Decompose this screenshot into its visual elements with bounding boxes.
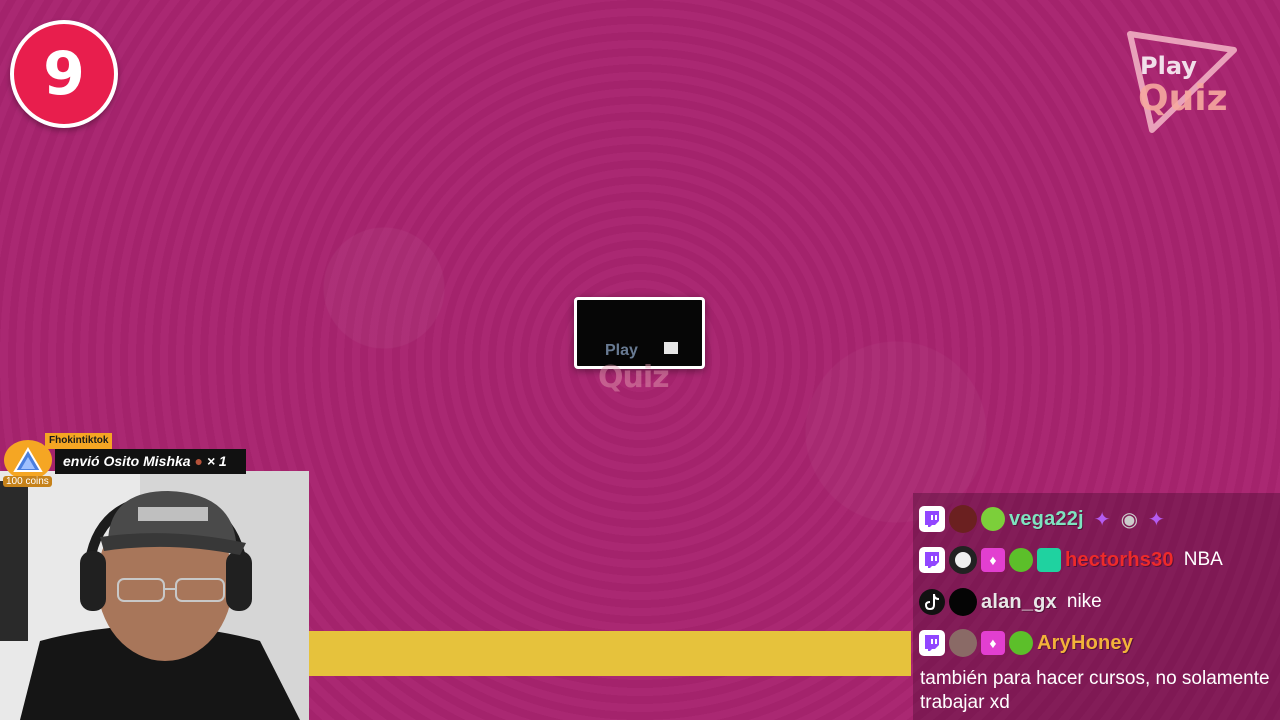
bear-gift-icon: ● xyxy=(194,453,203,469)
streamer-illustration xyxy=(0,471,309,720)
logo-play-text: Play xyxy=(1140,52,1197,80)
twitch-icon xyxy=(919,506,945,532)
user-avatar xyxy=(949,546,977,574)
chat-text: nike xyxy=(1066,591,1102,612)
purple-hands-emote-icon: ✦ xyxy=(1093,508,1111,531)
tiktok-icon xyxy=(919,589,945,615)
question-number: 9 xyxy=(43,39,85,109)
user-avatar xyxy=(949,629,977,657)
gem-badge-icon: ♦ xyxy=(981,548,1005,572)
user-avatar xyxy=(949,505,977,533)
raccoon-emote-icon: ◉ xyxy=(1120,508,1139,531)
twitch-icon xyxy=(919,630,945,656)
dino-badge-icon xyxy=(981,507,1005,531)
chat-text: también para hacer cursos, no solamente … xyxy=(920,668,1270,713)
chat-message: ♦ hectorhs30 NBA xyxy=(919,542,1223,578)
loading-card-quiz-text: Quiz xyxy=(598,360,670,395)
triangle-logo-icon xyxy=(13,447,43,472)
user-avatar xyxy=(949,588,977,616)
chat-username: vega22j xyxy=(1009,507,1084,530)
streamer-webcam xyxy=(0,471,309,720)
gem-badge-icon: ♦ xyxy=(981,631,1005,655)
chat-username: alan_gx xyxy=(981,590,1057,613)
question-counter: 9 xyxy=(10,20,118,128)
chat-text: NBA xyxy=(1183,549,1223,570)
gift-coins-label: 100 coins xyxy=(3,476,52,487)
playquiz-logo: Play Quiz xyxy=(1127,31,1237,133)
gift-message-bar: envió Osito Mishka ● × 1 xyxy=(55,449,246,474)
gift-message-text: envió Osito Mishka xyxy=(63,453,191,469)
purple-hands-emote-icon: ✦ xyxy=(1148,508,1165,531)
loading-card-square xyxy=(664,342,678,354)
pentagon-badge-icon xyxy=(1037,548,1061,572)
loading-card-play-text: Play xyxy=(605,342,638,359)
twitch-icon xyxy=(919,547,945,573)
gift-sender-name: Fhokintiktok xyxy=(45,433,113,449)
sprout-badge-icon xyxy=(1009,548,1033,572)
gift-count: × 1 xyxy=(206,453,227,469)
chat-message: vega22j ✦ ◉ ✦ xyxy=(919,501,1165,537)
logo-quiz-text: Quiz xyxy=(1138,78,1228,119)
chat-username: hectorhs30 xyxy=(1065,548,1174,571)
sprout-badge-icon xyxy=(1009,631,1033,655)
chat-username: AryHoney xyxy=(1037,631,1134,654)
chat-message: alan_gx nike xyxy=(919,584,1102,620)
loading-card: Play xyxy=(574,297,705,369)
timer-progress-fill xyxy=(309,631,912,676)
chat-message: ♦ AryHoney xyxy=(919,625,1133,661)
